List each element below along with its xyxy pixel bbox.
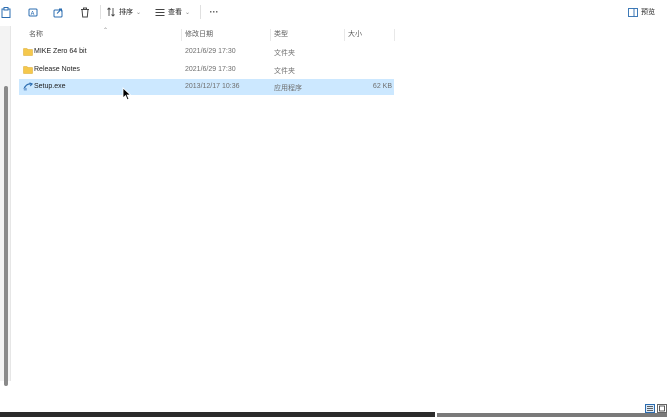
view-button[interactable]: 查看 ⌄ [155,4,195,20]
file-row[interactable]: MIKE Zero 64 bit 2021/6/29 17:30 文件夹 [19,44,394,60]
column-divider[interactable] [270,29,271,41]
toolbar-separator [200,5,201,19]
rename-icon: A [28,8,37,16]
sort-label: 排序 [119,9,133,16]
file-size: 62 KB [372,83,392,90]
column-header-type[interactable]: 类型 [274,29,288,41]
chevron-down-icon: ⌄ [136,9,142,16]
file-name: Setup.exe [34,83,66,90]
file-row[interactable]: Release Notes 2021/6/29 17:30 文件夹 [19,62,394,78]
taskbar-edge [0,412,435,417]
svg-text:A: A [30,10,34,16]
file-type: 文件夹 [274,50,295,57]
chevron-down-icon: ⌄ [185,9,191,16]
delete-button[interactable] [78,4,92,20]
preview-pane-icon [628,7,638,17]
view-list-icon [155,8,165,16]
large-icons-view-button[interactable] [657,404,667,413]
preview-pane-button[interactable]: 预览 [628,4,662,20]
paste-button[interactable] [0,4,12,20]
file-row-selected[interactable]: Setup.exe 2013/12/17 10:36 应用程序 62 KB [19,79,394,95]
column-header-size[interactable]: 大小 [348,29,362,41]
rename-button[interactable]: A [26,4,40,20]
toolbar-separator [100,5,101,19]
paste-icon [1,6,11,18]
file-name: MIKE Zero 64 bit [34,48,87,55]
details-view-icon [647,406,653,411]
share-button[interactable] [51,4,65,20]
more-options-button[interactable]: ··· [205,4,223,20]
sort-icon [107,7,115,17]
file-modified: 2021/6/29 17:30 [185,48,236,55]
taskbar-edge [437,413,667,417]
navigation-pane-edge [0,26,11,386]
sort-indicator-icon: ⌃ [103,28,109,34]
file-type: 文件夹 [274,68,295,75]
trash-icon [81,7,89,17]
share-icon [53,8,62,17]
view-label: 查看 [168,9,182,16]
folder-icon [23,48,33,56]
column-divider[interactable] [344,29,345,41]
column-header-name[interactable]: 名称 [29,29,43,41]
command-bar: A 排序 ⌄ 查看 ⌄ ··· 预览 [0,0,667,26]
details-view-button[interactable] [645,404,655,413]
setup-exe-icon [23,82,33,91]
file-modified: 2021/6/29 17:30 [185,66,236,73]
sort-button[interactable]: 排序 ⌄ [106,4,146,20]
column-divider[interactable] [394,29,395,41]
file-modified: 2013/12/17 10:36 [185,83,240,90]
tiles-view-icon [659,405,665,412]
file-name: Release Notes [34,66,80,73]
column-header-modified[interactable]: 修改日期 [185,29,213,41]
column-divider[interactable] [181,29,182,41]
folder-icon [23,66,33,74]
scrollbar-thumb[interactable] [4,86,8,386]
file-type: 应用程序 [274,85,302,92]
mouse-cursor-icon [122,87,132,101]
preview-label: 预览 [641,9,655,16]
